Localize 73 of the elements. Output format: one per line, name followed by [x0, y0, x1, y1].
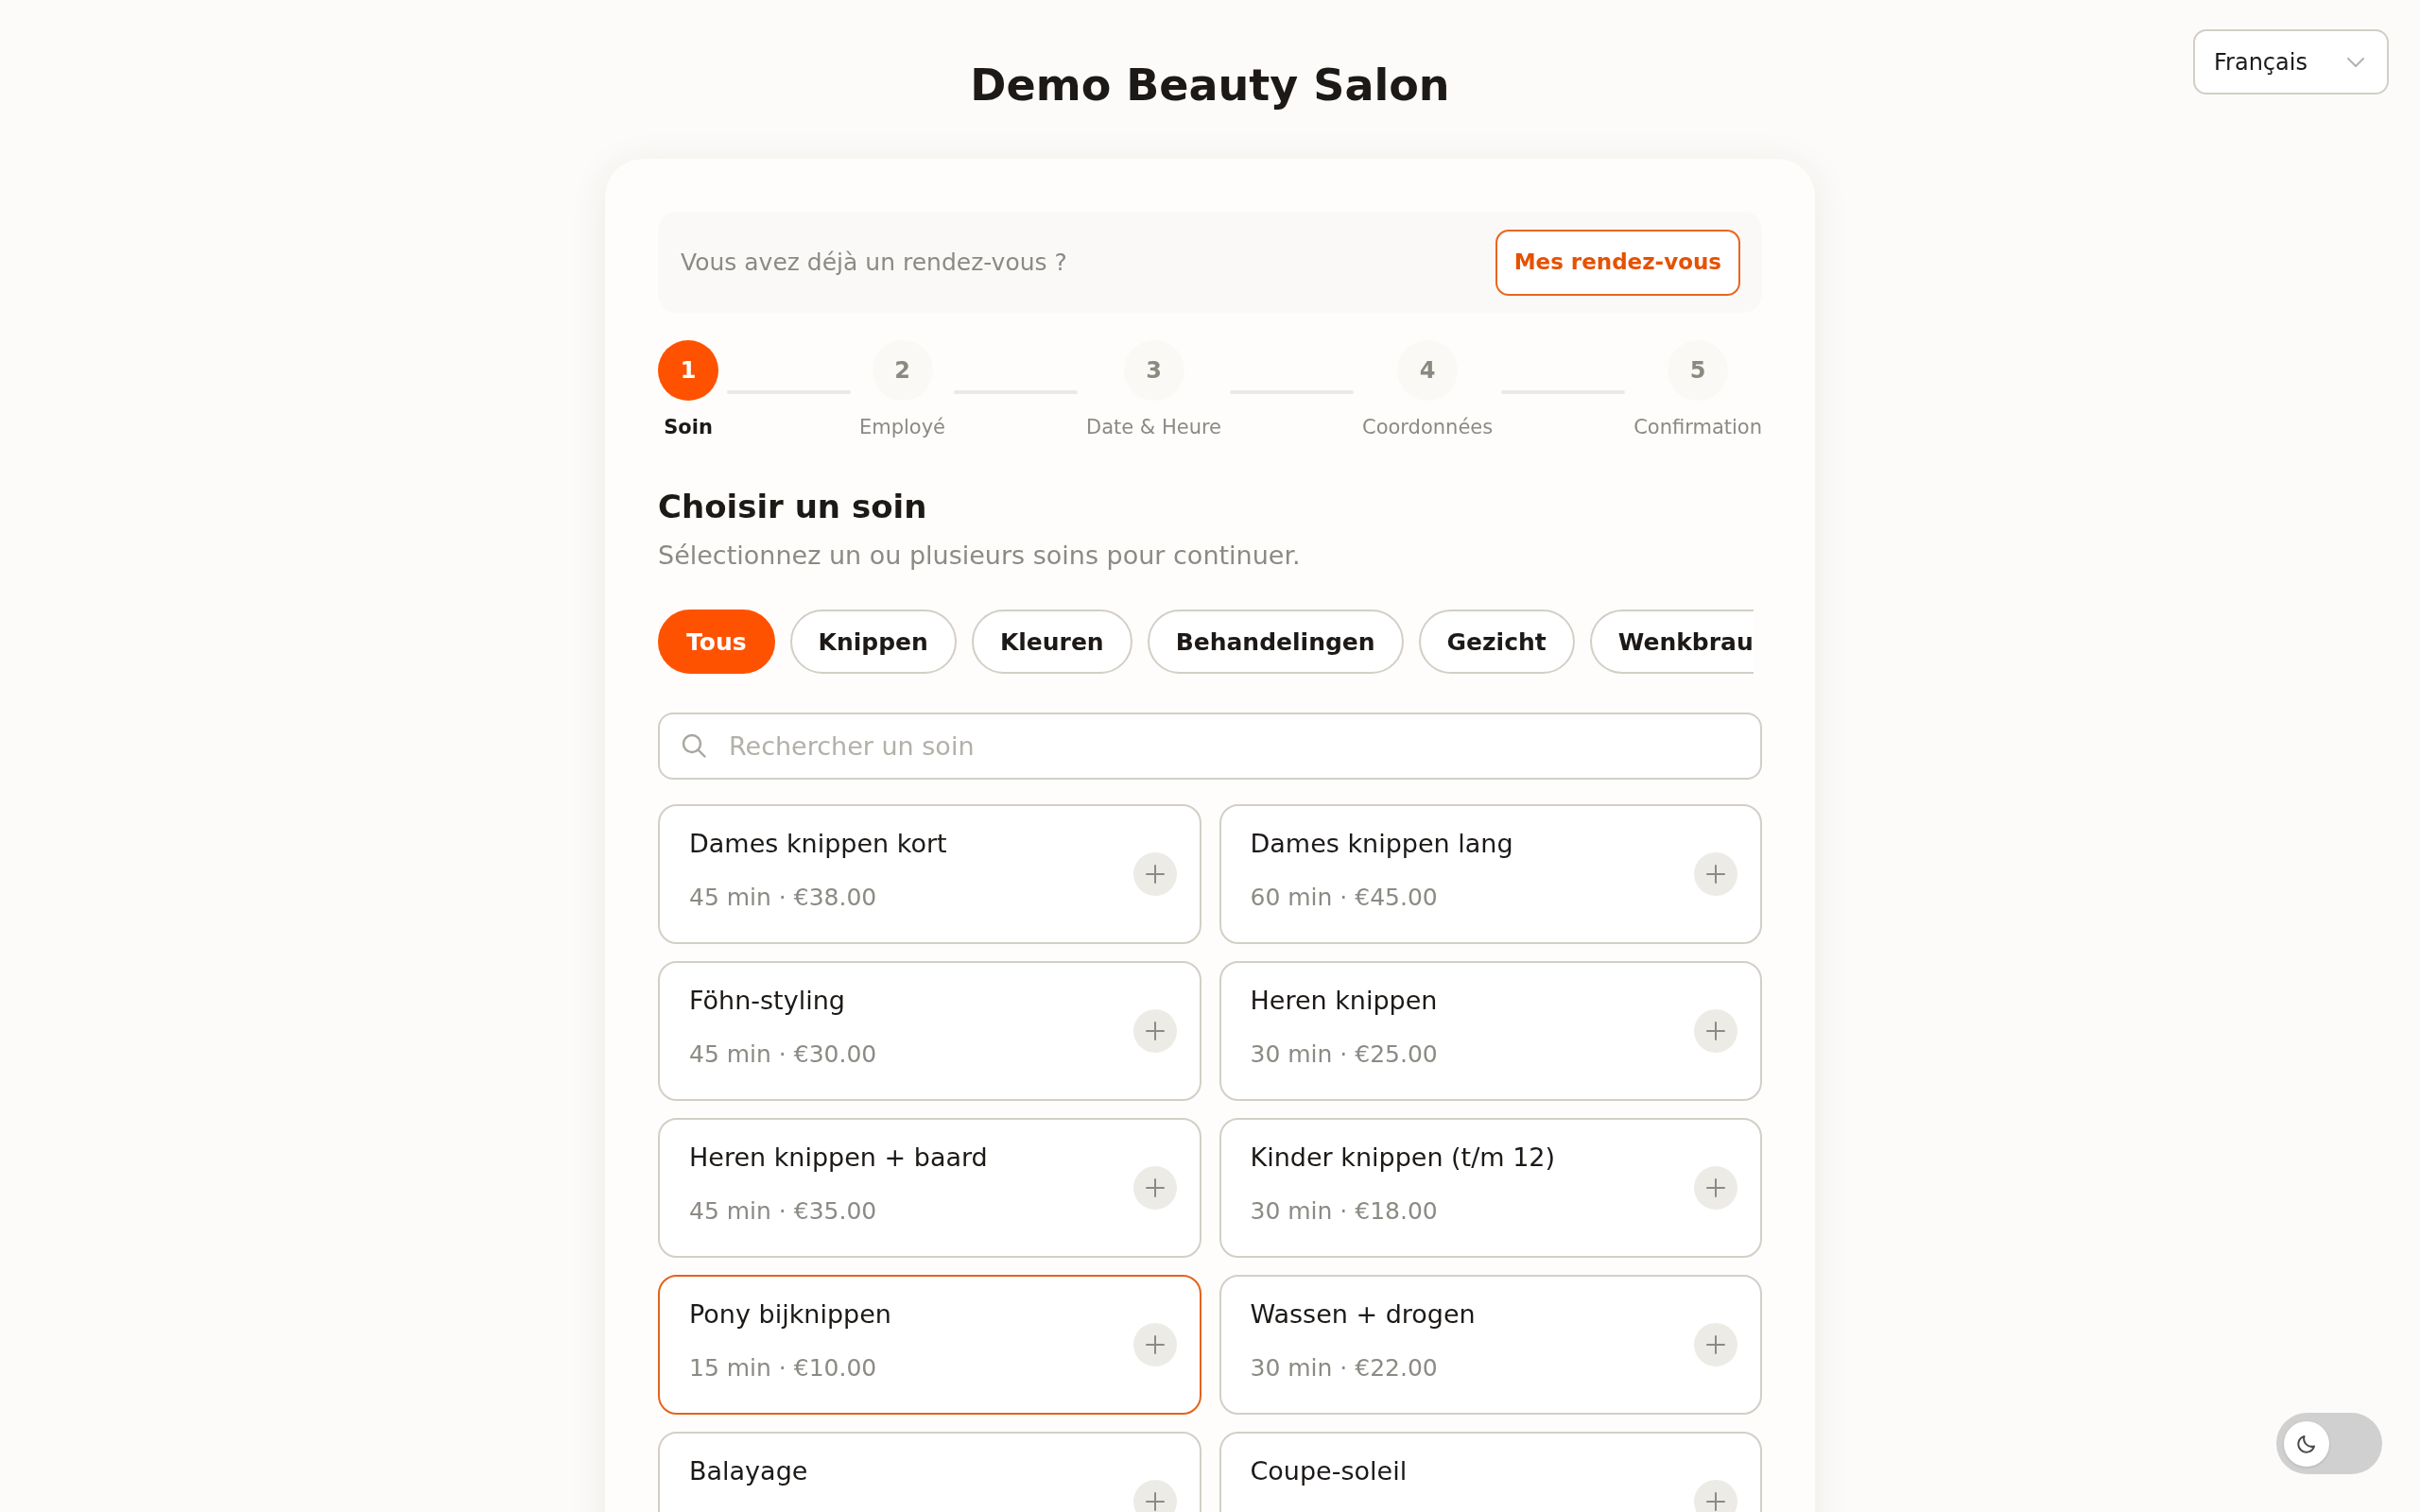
service-card[interactable]: Coupe-soleil: [1219, 1432, 1762, 1512]
step-label: Confirmation: [1634, 415, 1763, 440]
add-service-button[interactable]: [1132, 1009, 1177, 1053]
page-title: Demo Beauty Salon: [970, 59, 1450, 112]
step-number: 2: [872, 340, 933, 401]
service-name: Wassen + drogen: [1250, 1298, 1476, 1331]
search-icon: [682, 733, 706, 758]
service-details: 30 min · €25.00: [1250, 1040, 1438, 1070]
step-number: 4: [1397, 340, 1459, 401]
service-name: Coupe-soleil: [1250, 1455, 1408, 1487]
service-card[interactable]: Dames knippen lang 60 min · €45.00: [1219, 804, 1762, 944]
service-card[interactable]: Dames knippen kort 45 min · €38.00: [658, 804, 1201, 944]
add-service-button[interactable]: [1694, 1480, 1737, 1512]
plus-icon: [1145, 865, 1165, 884]
language-select[interactable]: Français: [2193, 29, 2389, 94]
chevron-down-icon: [2347, 57, 2364, 67]
plus-icon: [1706, 865, 1725, 884]
service-name: Heren knippen + baard: [689, 1142, 988, 1174]
service-card[interactable]: Heren knippen 30 min · €25.00: [1219, 961, 1762, 1101]
section-heading: Choisir un soin: [658, 488, 928, 526]
search-field[interactable]: Rechercher un soin: [658, 713, 1762, 780]
service-details: 30 min · €18.00: [1250, 1196, 1439, 1227]
plus-icon: [1706, 1178, 1725, 1197]
service-card[interactable]: Wassen + drogen 30 min · €22.00: [1219, 1275, 1762, 1415]
plus-icon: [1145, 1335, 1165, 1354]
category-filter[interactable]: Wenkbrau: [1589, 610, 1754, 674]
category-filter[interactable]: Kleuren: [971, 610, 1132, 674]
service-details: 60 min · €45.00: [1250, 883, 1439, 913]
service-name: Dames knippen kort: [689, 828, 947, 860]
service-details: 15 min · €10.00: [689, 1353, 878, 1383]
service-name: Heren knippen: [1250, 985, 1438, 1017]
category-filter[interactable]: Knippen: [789, 610, 957, 674]
service-details: 45 min · €35.00: [689, 1196, 878, 1227]
step-label: Date & Heure: [1086, 415, 1222, 440]
plus-icon: [1145, 1178, 1165, 1197]
moon-icon: [2284, 1420, 2329, 1467]
add-service-button[interactable]: [1694, 1166, 1737, 1210]
add-service-button[interactable]: [1132, 1480, 1177, 1512]
plus-icon: [1145, 1492, 1165, 1511]
add-service-button[interactable]: [1132, 1323, 1177, 1366]
plus-icon: [1706, 1022, 1725, 1040]
add-service-button[interactable]: [1694, 1009, 1737, 1053]
service-name: Kinder knippen (t/m 12): [1250, 1142, 1556, 1174]
my-appointments-button[interactable]: Mes rendez-vous: [1495, 229, 1740, 296]
section-subtitle: Sélectionnez un ou plusieurs soins pour continuer.: [658, 540, 1302, 572]
service-name: Föhn-styling: [689, 985, 846, 1017]
service-card[interactable]: Kinder knippen (t/m 12) 30 min · €18.00: [1219, 1118, 1762, 1258]
step-label: Employé: [858, 415, 946, 440]
category-filter[interactable]: Gezicht: [1418, 610, 1575, 674]
service-card[interactable]: Heren knippen + baard 45 min · €35.00: [658, 1118, 1201, 1258]
step-number: 5: [1668, 340, 1729, 401]
service-details: 45 min · €30.00: [689, 1040, 877, 1070]
service-name: Pony bijknippen: [689, 1298, 891, 1331]
plus-icon: [1706, 1335, 1725, 1354]
category-filter[interactable]: Behandelingen: [1147, 610, 1404, 674]
step-number: 1: [658, 340, 718, 401]
plus-icon: [1145, 1022, 1165, 1040]
step-number: 3: [1123, 340, 1184, 401]
service-card[interactable]: Balayage: [658, 1432, 1201, 1512]
add-service-button[interactable]: [1694, 1323, 1737, 1366]
add-service-button[interactable]: [1132, 852, 1177, 896]
service-card[interactable]: Pony bijknippen 15 min · €10.00: [658, 1275, 1201, 1415]
add-service-button[interactable]: [1694, 852, 1737, 896]
service-details: 45 min · €38.00: [689, 883, 878, 913]
service-details: 30 min · €22.00: [1250, 1353, 1439, 1383]
service-card[interactable]: Föhn-styling 45 min · €30.00: [658, 961, 1201, 1101]
add-service-button[interactable]: [1132, 1166, 1177, 1210]
service-name: Balayage: [689, 1455, 808, 1487]
step-label: Soin: [664, 415, 713, 440]
step-label: Coordonnées: [1362, 415, 1494, 440]
plus-icon: [1706, 1492, 1725, 1511]
service-name: Dames knippen lang: [1250, 828, 1513, 860]
existing-booking-prompt: Vous avez déjà un rendez-vous ?: [681, 247, 1067, 278]
